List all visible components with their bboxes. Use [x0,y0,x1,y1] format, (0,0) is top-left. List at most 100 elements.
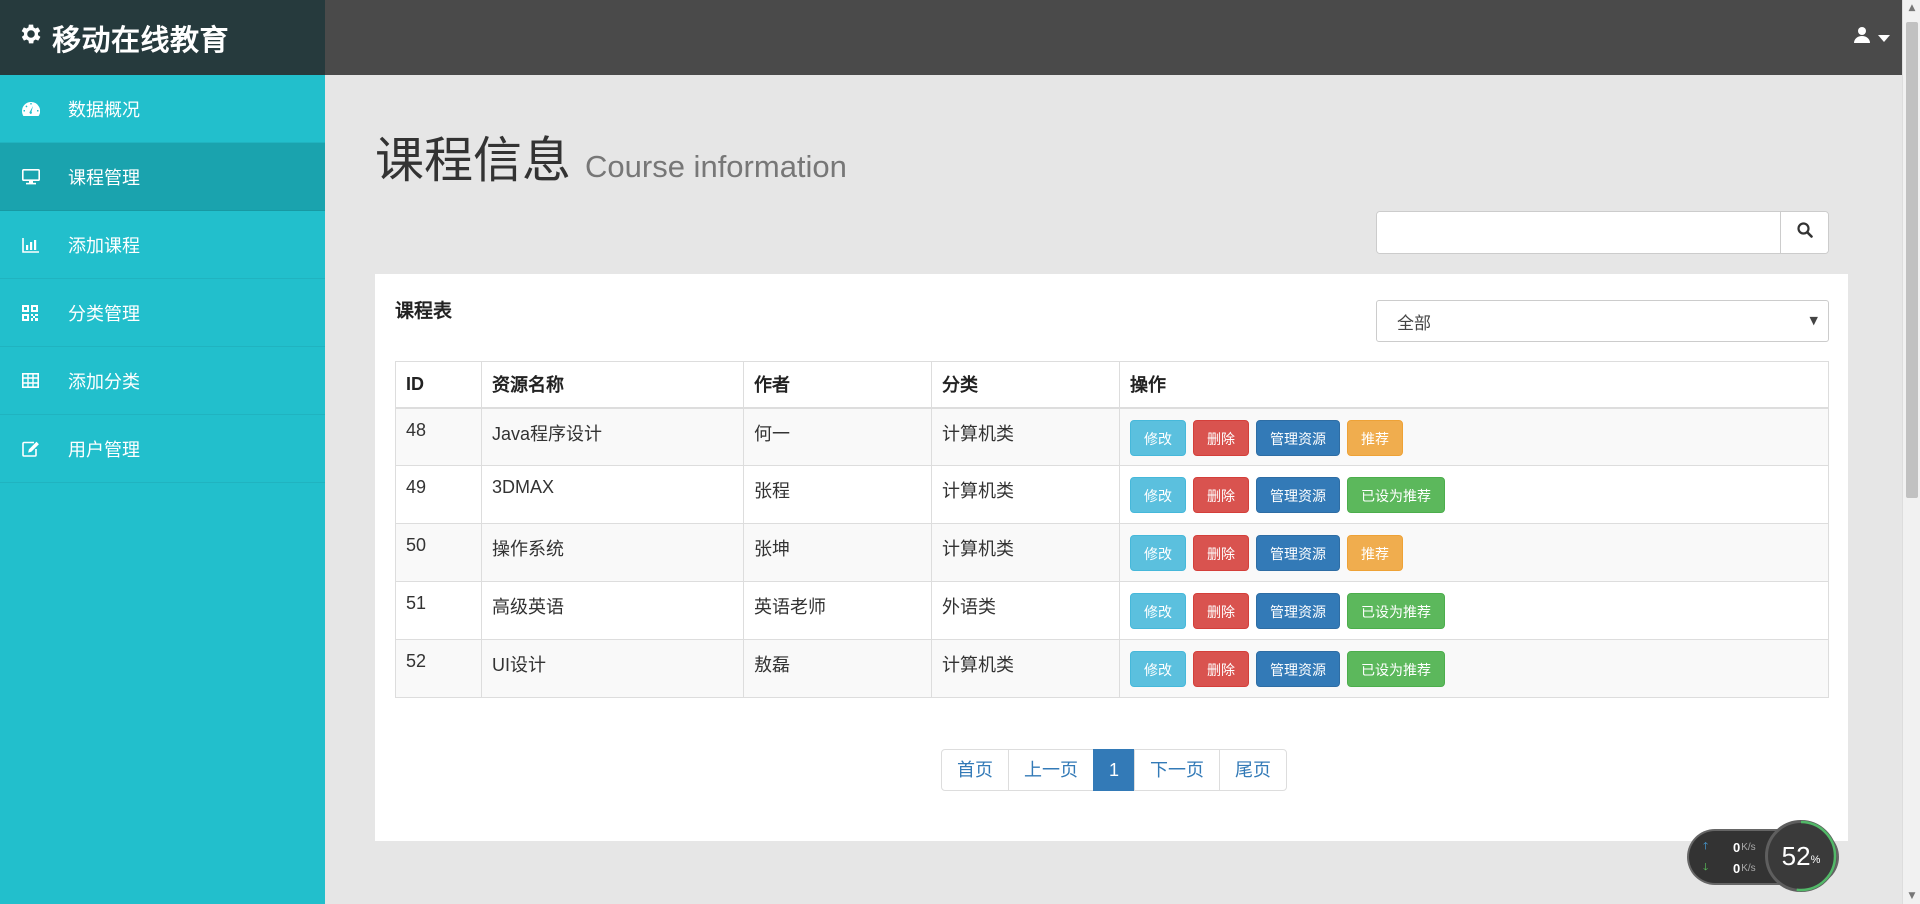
brand[interactable]: 移动在线教育 [0,0,325,75]
select-value: 全部 [1397,313,1431,334]
user-icon [1854,26,1870,49]
course-table: ID 资源名称 作者 分类 操作 48 Java程序设计 何一 计算机类 修改 … [395,361,1829,698]
edit-button[interactable]: 修改 [1130,419,1186,456]
edit-icon [0,441,68,457]
sidebar-item-course-management[interactable]: 课程管理 [0,143,325,211]
sidebar-item-overview[interactable]: 数据概况 [0,75,325,143]
manage-resources-button[interactable]: 管理资源 [1256,593,1341,629]
sidebar-item-user-management[interactable]: 用户管理 [0,415,325,483]
cell-author: 敖磊 [743,639,932,698]
caret-down-icon: ▼ [1809,314,1818,327]
cell-author: 张程 [743,465,932,524]
sidebar-nav: 数据概况 课程管理 添加课程 分类管理 添加分类 用户管理 [0,75,325,483]
course-panel: 课程表 全部 ▼ ID 资源名称 作者 分类 操作 48 Java程序设计 何一… [375,274,1848,841]
brand-title: 移动在线教育 [52,22,230,57]
pagination-first[interactable]: 首页 [941,749,1009,791]
delete-button[interactable]: 删除 [1193,535,1250,571]
search-button[interactable] [1780,212,1828,253]
download-arrow-icon: 🡓 [1703,862,1709,873]
page-header: 课程信息 Course information [375,121,847,192]
table-row: 52 UI设计 敖磊 计算机类 修改 删除 管理资源 已设为推荐 [395,639,1829,698]
cell-actions: 修改 删除 管理资源 推荐 [1119,523,1829,582]
column-header: 作者 [743,361,932,409]
table-row: 50 操作系统 张坤 计算机类 修改 删除 管理资源 推荐 [395,523,1829,582]
cell-author: 何一 [743,407,932,466]
manage-resources-button[interactable]: 管理资源 [1256,477,1341,513]
cell-actions: 修改 删除 管理资源 已设为推荐 [1119,581,1829,640]
cell-actions: 修改 删除 管理资源 已设为推荐 [1119,639,1829,698]
recommended-button[interactable]: 已设为推荐 [1347,477,1446,513]
sidebar: 移动在线教育 数据概况 课程管理 添加课程 分类管理 添加分类 用户管理 [0,0,325,904]
edit-button[interactable]: 修改 [1130,477,1186,513]
upload-unit: K/s [1741,842,1756,853]
search-input[interactable] [1377,212,1780,253]
recommend-button[interactable]: 推荐 [1347,535,1404,571]
sidebar-item-label: 课程管理 [68,167,140,189]
pagination-prev[interactable]: 上一页 [1008,749,1094,791]
panel-title: 课程表 [395,300,453,322]
cell-name: 高级英语 [481,581,744,640]
download-speed: 🡓 0 K/s [1703,860,1756,877]
sidebar-item-label: 添加课程 [68,235,140,257]
delete-button[interactable]: 删除 [1193,651,1250,687]
manage-resources-button[interactable]: 管理资源 [1256,535,1341,571]
cell-category: 计算机类 [931,639,1120,698]
gauge-ring [1765,820,1837,892]
cell-category: 计算机类 [931,465,1120,524]
delete-button[interactable]: 删除 [1193,477,1250,513]
upload-speed: 🡑 0 K/s [1703,839,1756,856]
column-header: ID [395,361,482,409]
sidebar-item-label: 分类管理 [68,303,140,325]
recommended-button[interactable]: 已设为推荐 [1347,651,1446,687]
sidebar-item-label: 数据概况 [68,99,140,121]
scroll-up-arrow-icon[interactable]: ▲ [1903,0,1920,16]
delete-button[interactable]: 删除 [1193,419,1250,456]
qrcode-icon [0,304,68,321]
category-filter-select[interactable]: 全部 ▼ [1376,300,1829,342]
page-title: 课程信息 [375,132,572,189]
download-value: 0 [1733,861,1741,876]
sidebar-item-add-category[interactable]: 添加分类 [0,347,325,415]
memory-usage-gauge[interactable]: 52 % [1765,820,1837,892]
topbar [325,0,1902,75]
column-header: 分类 [931,361,1120,409]
search-box [1376,211,1829,254]
column-header: 资源名称 [481,361,744,409]
table-row: 49 3DMAX 张程 计算机类 修改 删除 管理资源 已设为推荐 [395,465,1829,524]
recommend-button[interactable]: 推荐 [1347,419,1404,456]
cell-id: 50 [395,523,482,582]
edit-button[interactable]: 修改 [1130,651,1186,687]
cell-id: 48 [395,407,482,466]
chevron-down-icon [1878,28,1890,48]
sidebar-item-label: 用户管理 [68,439,140,461]
table-icon [0,373,68,388]
scrollbar-thumb[interactable] [1906,22,1918,498]
dashboard-icon [0,101,68,116]
edit-button[interactable]: 修改 [1130,535,1186,571]
sidebar-item-add-course[interactable]: 添加课程 [0,211,325,279]
column-header: 操作 [1119,361,1829,409]
download-unit: K/s [1741,863,1756,874]
user-menu[interactable] [1854,26,1890,49]
cell-category: 计算机类 [931,407,1120,466]
table-header-row: ID 资源名称 作者 分类 操作 [395,361,1829,409]
sidebar-item-category-management[interactable]: 分类管理 [0,279,325,347]
scroll-down-arrow-icon[interactable]: ▼ [1903,888,1920,904]
delete-button[interactable]: 删除 [1193,593,1250,629]
cell-actions: 修改 删除 管理资源 已设为推荐 [1119,465,1829,524]
cell-name: UI设计 [481,639,744,698]
pagination: 首页 上一页 1 下一页 尾页 [941,749,1288,791]
recommended-button[interactable]: 已设为推荐 [1347,593,1446,629]
table-row: 51 高级英语 英语老师 外语类 修改 删除 管理资源 已设为推荐 [395,581,1829,640]
cell-name: Java程序设计 [481,407,744,466]
cell-category: 计算机类 [931,523,1120,582]
pagination-current-page[interactable]: 1 [1093,749,1136,791]
scrollbar[interactable]: ▲ ▼ [1902,0,1920,904]
pagination-last[interactable]: 尾页 [1219,749,1288,791]
cell-category: 外语类 [931,581,1120,640]
manage-resources-button[interactable]: 管理资源 [1256,419,1341,456]
edit-button[interactable]: 修改 [1130,593,1186,629]
manage-resources-button[interactable]: 管理资源 [1256,651,1341,687]
gear-icon [18,21,44,54]
pagination-next[interactable]: 下一页 [1134,749,1221,791]
